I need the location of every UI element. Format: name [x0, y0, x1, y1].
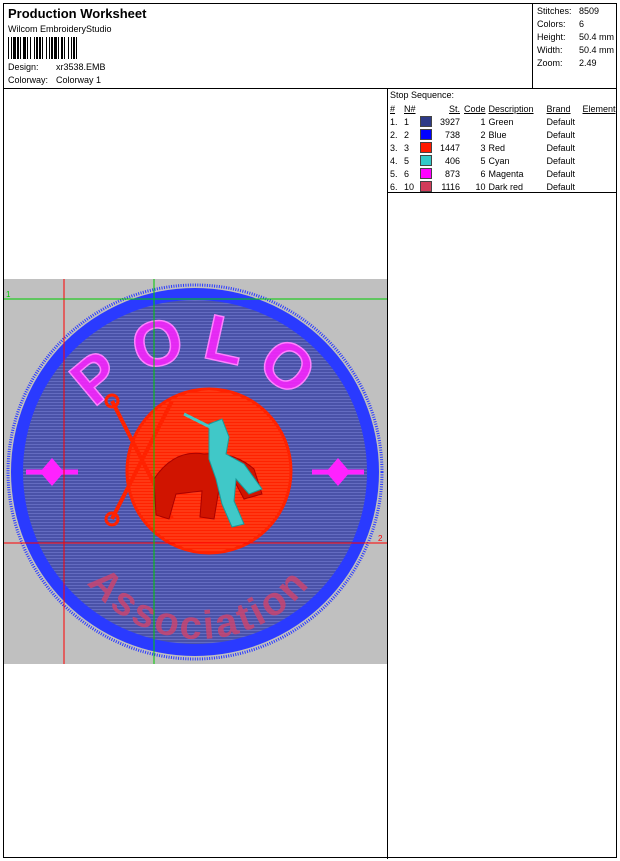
- stat-height: Height: 50.4 mm: [537, 32, 615, 42]
- row-description: Red: [488, 142, 506, 153]
- colorway-row: Colorway: Colorway 1: [8, 75, 101, 85]
- row-brand: Default: [546, 142, 576, 153]
- colorway-label: Colorway:: [8, 75, 49, 85]
- design-preview: POLOAssociation12: [4, 279, 387, 664]
- stat-width: Width: 50.4 mm: [537, 45, 615, 55]
- stat-stitches: Stitches: 8509: [537, 6, 600, 16]
- row-needle: 2: [404, 129, 410, 140]
- row-code: 3: [480, 142, 486, 153]
- col-element: Element: [582, 103, 616, 114]
- stop-sequence-table: # N# St. Code Description Brand Element …: [388, 102, 616, 193]
- row-stitches: 1447: [439, 142, 460, 153]
- row-needle: 3: [404, 142, 410, 153]
- design-label: Design:: [8, 62, 39, 72]
- col-brand: Brand: [546, 103, 571, 114]
- row-swatch: [420, 180, 434, 193]
- row-brand: Default: [546, 168, 576, 179]
- row-element: [583, 180, 616, 193]
- row-needle: 5: [404, 155, 410, 166]
- row-description: Green: [488, 116, 514, 127]
- row-index: 2.: [390, 129, 398, 140]
- row-index: 3.: [390, 142, 398, 153]
- stop-sequence-panel: Stop Sequence: # N# St. Code Description…: [388, 88, 616, 193]
- row-swatch: [420, 128, 434, 141]
- barcode-icon: [8, 37, 77, 59]
- colorway-value: Colorway 1: [56, 75, 102, 85]
- stop-row: 2. 2 738 2 Blue Default: [388, 128, 616, 141]
- worksheet-title: Production Worksheet: [8, 6, 147, 21]
- row-description: Magenta: [488, 168, 524, 179]
- color-swatch: [420, 181, 432, 193]
- row-code: 5: [480, 155, 486, 166]
- row-element: [583, 167, 616, 180]
- guide-label-2: 2: [378, 534, 383, 543]
- row-element: [583, 128, 616, 141]
- row-element: [583, 141, 616, 154]
- row-stitches: 873: [444, 168, 460, 179]
- col-stitches: St.: [448, 103, 460, 114]
- stop-sequence-title: Stop Sequence:: [390, 90, 455, 100]
- row-needle: 10: [404, 181, 415, 192]
- row-element: [583, 115, 616, 128]
- worksheet-header: Production Worksheet Wilcom EmbroiderySt…: [4, 4, 616, 89]
- color-swatch: [420, 129, 432, 141]
- stop-row: 6. 10 1116 10 Dark red Default: [388, 180, 616, 193]
- row-code: 10: [475, 181, 486, 192]
- row-code: 6: [480, 168, 486, 179]
- row-index: 5.: [390, 168, 398, 179]
- guide-label-1: 1: [6, 290, 11, 299]
- row-brand: Default: [546, 116, 576, 127]
- col-description: Description: [488, 103, 534, 114]
- worksheet-page: Production Worksheet Wilcom EmbroiderySt…: [3, 3, 617, 859]
- row-brand: Default: [546, 129, 576, 140]
- row-brand: Default: [546, 155, 576, 166]
- row-swatch: [420, 154, 434, 167]
- row-needle: 6: [404, 168, 410, 179]
- color-swatch: [420, 155, 432, 167]
- row-code: 1: [480, 116, 486, 127]
- col-swatch: [420, 102, 434, 115]
- stat-colors: Colors: 6: [537, 19, 585, 29]
- row-description: Blue: [488, 129, 507, 140]
- col-code: Code: [464, 103, 486, 114]
- row-swatch: [420, 115, 434, 128]
- row-needle: 1: [404, 116, 410, 127]
- column-divider: [387, 88, 388, 859]
- col-needle: N#: [404, 103, 416, 114]
- row-stitches: 1116: [441, 181, 460, 192]
- stop-row: 1. 1 3927 1 Green Default: [388, 115, 616, 128]
- design-value: xr3538.EMB: [56, 62, 106, 72]
- stop-row: 3. 3 1447 3 Red Default: [388, 141, 616, 154]
- row-brand: Default: [546, 181, 576, 192]
- row-description: Dark red: [488, 181, 524, 192]
- row-stitches: 406: [444, 155, 460, 166]
- color-swatch: [420, 116, 432, 128]
- design-stats: Stitches: 8509 Colors: 6 Height: 50.4 mm Wi…: [532, 4, 617, 88]
- design-row: Design: xr3538.EMB: [8, 62, 106, 72]
- stop-sequence-header: # N# St. Code Description Brand Element: [388, 102, 616, 115]
- col-index: #: [390, 103, 396, 114]
- row-swatch: [420, 167, 434, 180]
- row-index: 1.: [390, 116, 398, 127]
- row-index: 6.: [390, 181, 398, 192]
- row-swatch: [420, 141, 434, 154]
- row-index: 4.: [390, 155, 398, 166]
- stat-zoom: Zoom: 2.49: [537, 58, 597, 68]
- row-stitches: 3927: [439, 116, 460, 127]
- row-code: 2: [480, 129, 486, 140]
- stop-row: 5. 6 873 6 Magenta Default: [388, 167, 616, 180]
- color-swatch: [420, 142, 432, 154]
- row-description: Cyan: [488, 155, 510, 166]
- color-swatch: [420, 168, 432, 180]
- software-name: Wilcom EmbroideryStudio: [8, 24, 112, 34]
- row-element: [583, 154, 616, 167]
- row-stitches: 738: [444, 129, 460, 140]
- stop-row: 4. 5 406 5 Cyan Default: [388, 154, 616, 167]
